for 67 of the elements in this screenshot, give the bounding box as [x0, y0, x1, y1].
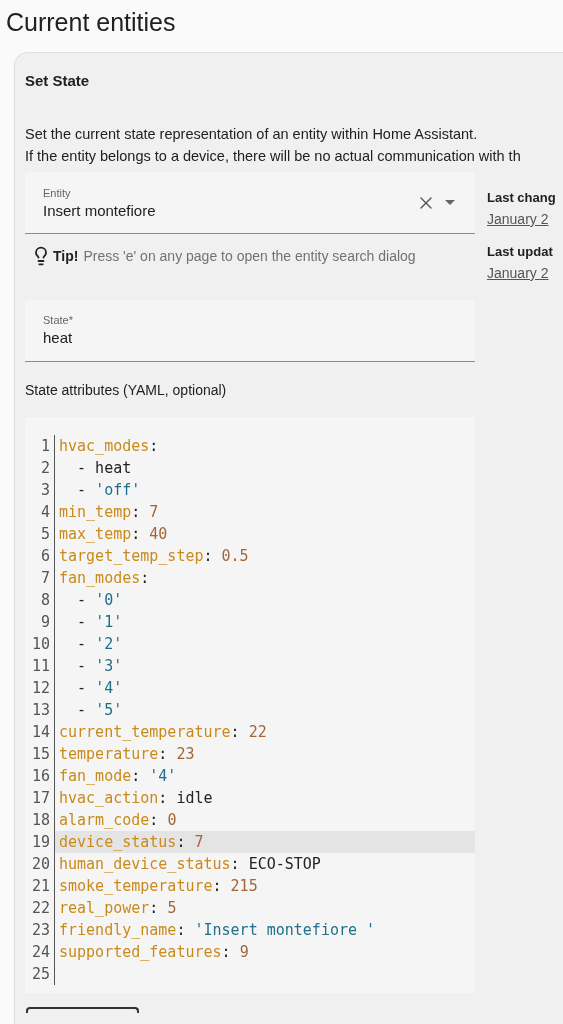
code-editor[interactable]	[25, 417, 475, 993]
state-field[interactable]: State* heat	[25, 300, 475, 362]
code-line: hvac_modes:	[58, 436, 160, 457]
code-line: - 'off'	[76, 480, 142, 501]
line-number: 6	[25, 545, 55, 567]
code-line: fan_modes:	[58, 568, 151, 589]
description-text: Set the current state representation of an entity within Home Assistant.	[25, 125, 479, 144]
code-line: max_temp: 40	[58, 524, 169, 545]
line-number: 23	[25, 919, 55, 941]
code-line: - '4'	[76, 678, 124, 699]
field-label: State*	[43, 312, 74, 327]
field-value: heat	[43, 327, 74, 348]
button-edge[interactable]	[26, 1007, 139, 1013]
line-number: 13	[25, 699, 55, 721]
line-number: 15	[25, 743, 55, 765]
line-number: 17	[25, 787, 55, 809]
info-label: Last updat	[487, 243, 554, 261]
code-line: - '1'	[76, 612, 124, 633]
code-line: supported_features: 9	[58, 942, 250, 963]
line-number: 14	[25, 721, 55, 743]
line-number: 24	[25, 941, 55, 963]
code-line: real_power: 5	[58, 898, 178, 919]
code-line: current_temperature: 22	[58, 722, 268, 743]
line-number: 9	[25, 611, 55, 633]
line-number: 7	[25, 567, 55, 589]
code-line: - '2'	[76, 634, 124, 655]
caret-icon	[445, 200, 455, 205]
info-label: Last chang	[487, 189, 556, 207]
attributes-label: State attributes (YAML, optional)	[25, 381, 228, 400]
field-value: Insert montefiore	[43, 200, 157, 221]
line-number: 3	[25, 479, 55, 501]
line-number: 8	[25, 589, 55, 611]
field-label: Entity	[43, 185, 72, 200]
line-number: 10	[25, 633, 55, 655]
code-line: temperature: 23	[58, 744, 196, 765]
entity-field[interactable]: Entity Insert montefiore	[25, 172, 475, 234]
code-line: fan_mode: '4'	[58, 766, 178, 787]
line-number: 16	[25, 765, 55, 787]
page-title: Current entities	[5, 7, 177, 38]
card-title: Set State	[25, 71, 91, 91]
line-number: 18	[25, 809, 55, 831]
tip-text: Press 'e' on any page to open the entity search dialog	[83, 246, 416, 266]
code-line: - '3'	[76, 656, 124, 677]
tip-label: Tip!	[53, 246, 79, 266]
line-number: 20	[25, 853, 55, 875]
code-line: friendly_name: 'Insert montefiore '	[58, 920, 377, 941]
line-number: 2	[25, 457, 55, 479]
line-number: 1	[25, 435, 55, 457]
code-line: hvac_action: idle	[58, 788, 214, 809]
line-number: 22	[25, 897, 55, 919]
code-line: - '0'	[76, 590, 124, 611]
code-line: - heat	[76, 458, 133, 479]
code-line: alarm_code: 0	[58, 810, 178, 831]
line-number: 21	[25, 875, 55, 897]
line-number: 5	[25, 523, 55, 545]
code-line: target_temp_step: 0.5	[58, 546, 250, 567]
line-number: 12	[25, 677, 55, 699]
code-line: smoke_temperature: 215	[58, 876, 259, 897]
code-line: min_temp: 7	[58, 502, 160, 523]
line-number: 25	[25, 963, 55, 985]
date-link[interactable]: January 2	[487, 208, 556, 230]
date-link[interactable]: January 2	[487, 262, 556, 284]
code-line: - '5'	[76, 700, 124, 721]
line-number: 4	[25, 501, 55, 523]
description-text: If the entity belongs to a device, there will be no actual communication with th	[25, 147, 522, 166]
line-number: 11	[25, 655, 55, 677]
code-line: human_device_status: ECO-STOP	[58, 854, 322, 875]
